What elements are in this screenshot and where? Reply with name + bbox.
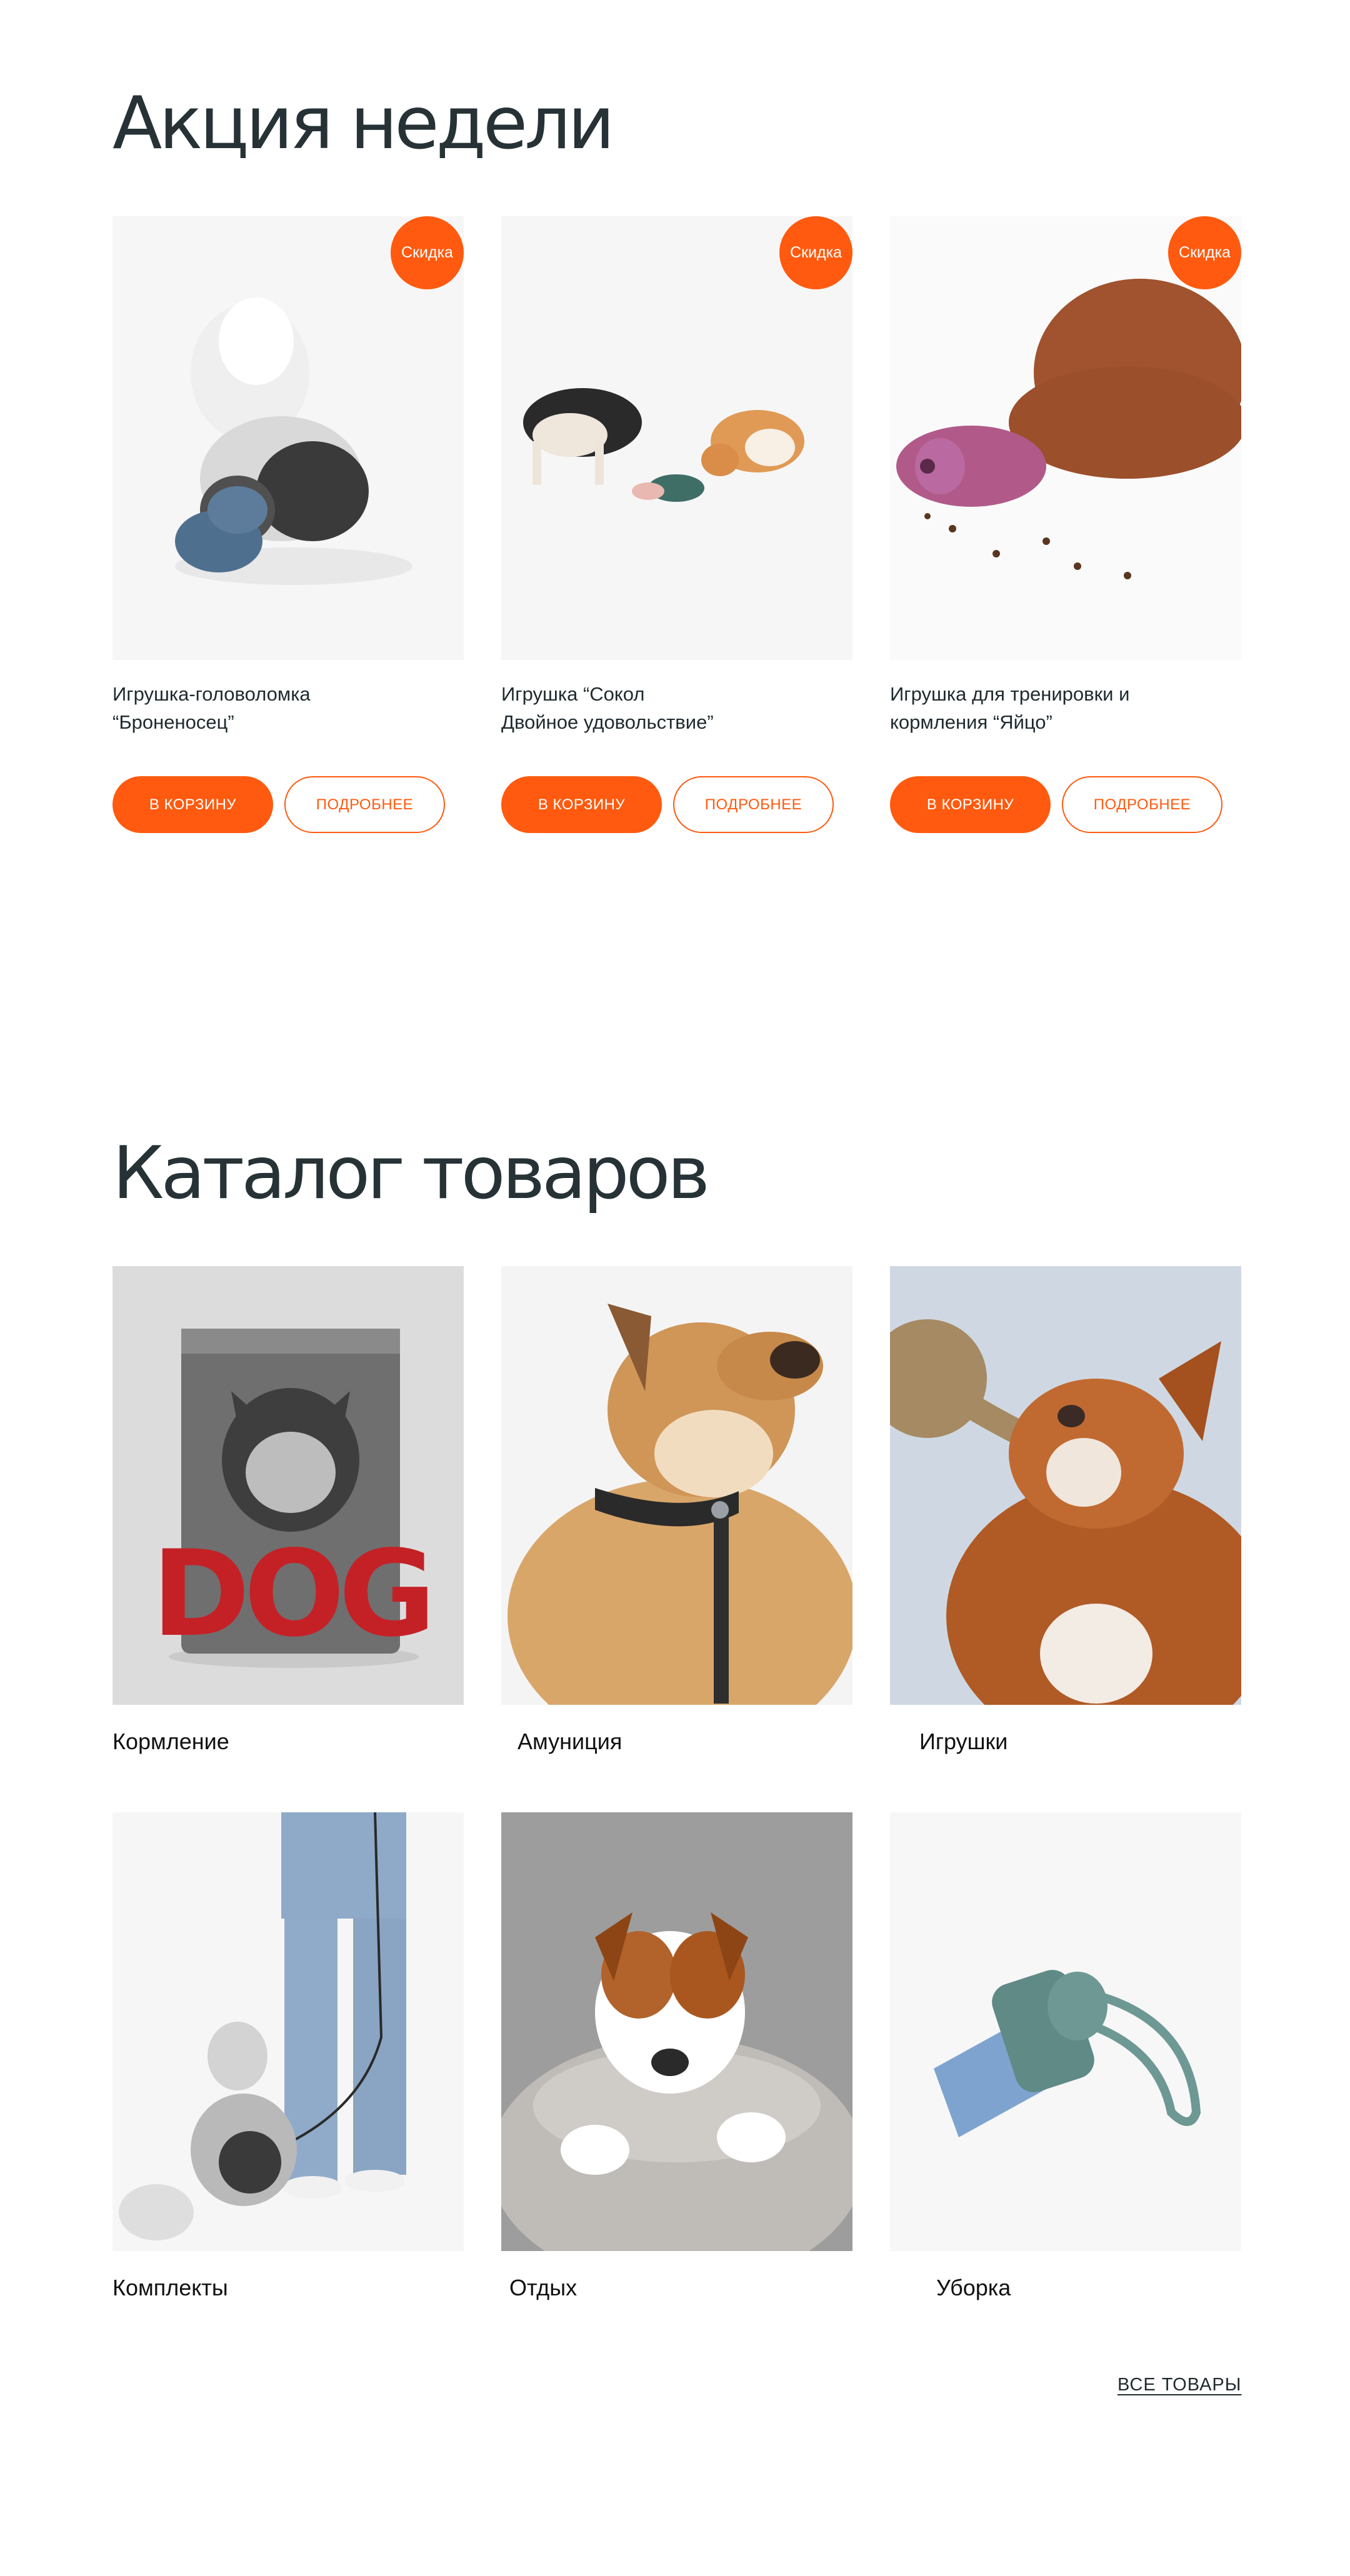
add-to-cart-button[interactable]: В КОРЗИНУ bbox=[890, 776, 1051, 833]
product-name[interactable]: Игрушка для тренировки и кормления “Яйцо… bbox=[890, 680, 1228, 736]
product-image[interactable]: Скидка bbox=[890, 216, 1241, 660]
category-image[interactable]: DOG bbox=[112, 1266, 464, 1705]
product-image[interactable]: Скидка bbox=[112, 216, 464, 660]
page: Акция недели Скидка Игрушка-головоломка … bbox=[0, 0, 1350, 2576]
details-button[interactable]: ПОДРОБНЕЕ bbox=[1062, 776, 1222, 833]
dog-with-collar-photo bbox=[501, 1266, 852, 1705]
dog-with-rope-toy-photo bbox=[890, 1266, 1241, 1705]
category-card-toys[interactable]: Игрушки bbox=[890, 1266, 1241, 1755]
category-card-sets[interactable]: Комплекты bbox=[112, 1812, 464, 2301]
discount-badge: Скидка bbox=[391, 216, 464, 289]
category-card-cleaning[interactable]: Уборка bbox=[890, 1812, 1241, 2301]
category-card-ammunition[interactable]: Амуниция bbox=[501, 1266, 852, 1755]
discount-badge: Скидка bbox=[779, 216, 852, 289]
category-label[interactable]: Отдых bbox=[509, 2275, 852, 2301]
category-label[interactable]: Амуниция bbox=[518, 1729, 852, 1755]
category-image[interactable] bbox=[501, 1266, 852, 1705]
promo-card: Скидка Игрушка-головоломка “Броненосец” … bbox=[112, 216, 464, 833]
product-image[interactable]: Скидка bbox=[501, 216, 852, 660]
add-to-cart-button[interactable]: В КОРЗИНУ bbox=[501, 776, 662, 833]
details-button[interactable]: ПОДРОБНЕЕ bbox=[284, 776, 445, 833]
category-image[interactable] bbox=[890, 1266, 1241, 1705]
category-image[interactable] bbox=[890, 1812, 1241, 2251]
product-name[interactable]: Игрушка-головоломка “Броненосец” bbox=[112, 680, 450, 736]
product-name[interactable]: Игрушка “Сокол Двойное удовольствие” bbox=[501, 680, 839, 736]
waste-bag-dispenser-photo bbox=[890, 1812, 1241, 2251]
catalog-title: Каталог товаров bbox=[112, 1131, 710, 1216]
discount-badge: Скидка bbox=[1168, 216, 1241, 289]
dog-logo-text: DOG bbox=[151, 1525, 429, 1663]
category-label[interactable]: Кормление bbox=[112, 1729, 464, 1755]
category-label[interactable]: Комплекты bbox=[112, 2275, 464, 2301]
category-card-rest[interactable]: Отдых bbox=[501, 1812, 852, 2301]
category-label[interactable]: Игрушки bbox=[919, 1729, 1241, 1755]
add-to-cart-button[interactable]: В КОРЗИНУ bbox=[112, 776, 273, 833]
category-label[interactable]: Уборка bbox=[936, 2275, 1241, 2301]
dog-food-bag-photo: DOG bbox=[112, 1266, 464, 1705]
dog-with-owner-photo bbox=[112, 1812, 464, 2251]
details-button[interactable]: ПОДРОБНЕЕ bbox=[673, 776, 834, 833]
promo-card: Скидка Игрушка для тренировки и кормлени… bbox=[890, 216, 1241, 833]
all-products-link[interactable]: ВСЕ ТОВАРЫ bbox=[1118, 2375, 1241, 2395]
dog-in-bed-photo bbox=[501, 1812, 852, 2251]
category-image[interactable] bbox=[112, 1812, 464, 2251]
category-card-feeding[interactable]: DOG Кормление bbox=[112, 1266, 464, 1755]
promo-title: Акция недели bbox=[112, 81, 615, 166]
promo-card: Скидка Игрушка “Сокол Двойное удовольств… bbox=[501, 216, 852, 833]
category-image[interactable] bbox=[501, 1812, 852, 2251]
